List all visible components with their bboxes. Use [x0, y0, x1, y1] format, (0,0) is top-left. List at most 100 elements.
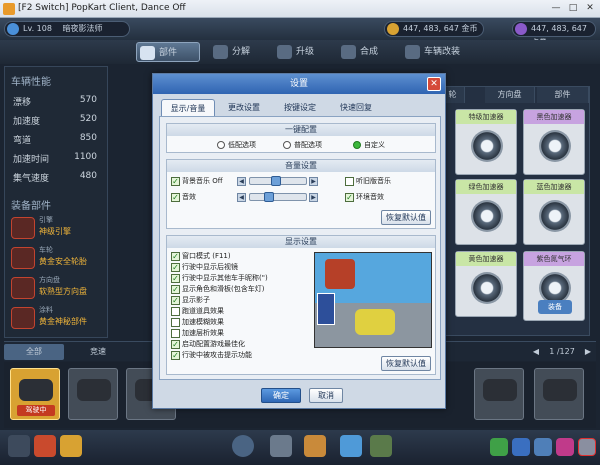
- sfx-increase-button[interactable]: ▶: [309, 193, 318, 202]
- slider-knob[interactable]: [270, 176, 281, 186]
- sfx-checkbox[interactable]: ✓ 音效: [171, 193, 196, 202]
- speedometer-icon[interactable]: [232, 435, 254, 457]
- kart-graphic: [355, 309, 395, 335]
- shop-icon[interactable]: [34, 435, 56, 457]
- tab-parts[interactable]: 部件: [136, 42, 200, 62]
- display-option-checkbox[interactable]: ✓ 显示角色和滑板(包含车灯): [171, 285, 264, 294]
- part-engine[interactable]: 引擎 神级引擎: [11, 215, 105, 241]
- old-bgm-checkbox[interactable]: 听旧版音乐: [345, 177, 391, 186]
- part-card[interactable]: 蓝色加速器: [523, 179, 585, 245]
- gift-icon[interactable]: [60, 435, 82, 457]
- card-title: 蓝色加速器: [524, 180, 584, 194]
- gear-icon[interactable]: [578, 438, 596, 456]
- tab-label: 分解: [232, 47, 251, 57]
- tab-label: 合成: [360, 47, 379, 57]
- stat-row: 漂移 570: [13, 95, 103, 111]
- friends-icon[interactable]: [490, 438, 508, 456]
- check-icon: ✓: [171, 177, 180, 186]
- preset-custom-radio[interactable]: 自定义: [353, 141, 385, 150]
- display-option-checkbox[interactable]: 跑道道具效果: [171, 307, 224, 316]
- bgm-decrease-button[interactable]: ◀: [237, 177, 246, 186]
- part-slot: 方向盘: [39, 276, 60, 284]
- menu-icon[interactable]: [8, 435, 30, 457]
- room-icon[interactable]: [370, 435, 392, 457]
- mail-icon[interactable]: [512, 438, 530, 456]
- bgm-checkbox[interactable]: ✓ 背景音乐 Off: [171, 177, 223, 186]
- display-option-checkbox[interactable]: ✓ 行驶中被攻击提示功能: [171, 351, 252, 360]
- upgrade-icon: [277, 45, 292, 59]
- bgm-increase-button[interactable]: ▶: [309, 177, 318, 186]
- wheel-icon: [539, 200, 571, 232]
- card-title: 黑色加速器: [524, 110, 584, 124]
- tab-racing[interactable]: 竞速: [68, 344, 128, 360]
- maximize-button[interactable]: □: [565, 2, 581, 15]
- tab-combine[interactable]: 合成: [338, 42, 398, 62]
- ok-button[interactable]: 确定: [261, 388, 301, 403]
- cancel-button[interactable]: 取消: [309, 388, 343, 403]
- inventory-slot[interactable]: [474, 368, 524, 420]
- window-title: [F2 Switch] PopKart Client, Dance Off: [18, 3, 186, 13]
- coupon-pill: 447, 483, 647 点券: [512, 21, 596, 47]
- display-option-checkbox[interactable]: 加速模糊效果: [171, 318, 224, 327]
- dialog-title: 设置: [153, 74, 445, 94]
- sfx-decrease-button[interactable]: ◀: [237, 193, 246, 202]
- inventory-slot[interactable]: [68, 368, 118, 420]
- page-next-button[interactable]: ▶: [582, 344, 594, 360]
- preset-low-radio[interactable]: 低配选项: [217, 141, 256, 150]
- wheel-icon: [471, 272, 503, 304]
- part-card[interactable]: 紫色氮气环 装备: [523, 251, 585, 321]
- bgm-slider[interactable]: [249, 176, 307, 186]
- display-option-checkbox[interactable]: ✓ 显示影子: [171, 296, 210, 305]
- minimize-button[interactable]: —: [548, 2, 564, 15]
- part-paint[interactable]: 涂料 黄金神秘部件: [11, 305, 105, 331]
- search-icon[interactable]: [556, 438, 574, 456]
- sound-reset-button[interactable]: 恢复默认值: [381, 210, 431, 225]
- display-reset-button[interactable]: 恢复默认值: [381, 356, 431, 371]
- stat-value: 480: [79, 171, 97, 181]
- close-window-button[interactable]: ✕: [582, 2, 598, 15]
- preset-normal-radio[interactable]: 普配选项: [283, 141, 322, 150]
- tab-key-settings[interactable]: 按键设定: [273, 99, 327, 116]
- tab-part[interactable]: 部件: [537, 87, 589, 103]
- equip-button[interactable]: 装备: [538, 300, 572, 314]
- page-prev-button[interactable]: ◀: [530, 344, 542, 360]
- slider-knob[interactable]: [263, 192, 274, 202]
- tab-upgrade[interactable]: 升级: [274, 42, 334, 62]
- part-card[interactable]: 绿色加速器: [455, 179, 517, 245]
- display-option-checkbox[interactable]: ✓ 行驶中显示后视镜: [171, 263, 238, 272]
- display-option-checkbox[interactable]: 加速层析效果: [171, 329, 224, 338]
- tab-change-settings[interactable]: 更改设置: [217, 99, 271, 116]
- display-option-checkbox[interactable]: ✓ 启动配置游戏最佳化: [171, 340, 245, 349]
- tab-all[interactable]: 全部: [4, 344, 64, 360]
- radio-selected-icon: [353, 141, 361, 149]
- display-option-checkbox[interactable]: ✓ 窗口模式 (F11): [171, 252, 231, 261]
- paint-icon: [11, 307, 35, 329]
- tab-modify[interactable]: 车辆改装: [402, 42, 482, 62]
- kart-icon: [483, 379, 517, 401]
- inventory-slot[interactable]: 驾驶中: [10, 368, 60, 420]
- preset-group: 一键配置 低配选项 普配选项 自定义: [166, 123, 436, 153]
- display-option-checkbox[interactable]: ✓ 行驶中显示其他车手昵称("): [171, 274, 268, 283]
- part-name: 神级引擎: [39, 227, 71, 236]
- inventory-slot[interactable]: [534, 368, 584, 420]
- store-icon[interactable]: [304, 435, 326, 457]
- part-card[interactable]: 黄色加速器: [455, 251, 517, 317]
- chat-icon[interactable]: [340, 435, 362, 457]
- tab-steering[interactable]: 方向盘: [485, 87, 535, 103]
- tab-quick-reply[interactable]: 快速回复: [329, 99, 383, 116]
- part-steering[interactable]: 方向盘 软熟型方向盘: [11, 275, 105, 301]
- ambient-checkbox[interactable]: ✓ 环境音效: [345, 193, 384, 202]
- part-wheel[interactable]: 车轮 黄金安全轮胎: [11, 245, 105, 271]
- garage-icon[interactable]: [270, 435, 292, 457]
- stat-row: 集气速度 480: [13, 171, 103, 187]
- sfx-slider[interactable]: [249, 192, 307, 202]
- tab-disassemble[interactable]: 分解: [210, 42, 270, 62]
- player-pill[interactable]: Lv. 108 暗夜影法师: [4, 21, 130, 37]
- tab-display-volume[interactable]: 显示/音量: [161, 99, 215, 116]
- checkbox-icon: [345, 177, 354, 186]
- dialog-close-button[interactable]: ✕: [427, 77, 441, 91]
- part-card[interactable]: 黑色加速器: [523, 109, 585, 175]
- bag-icon[interactable]: [534, 438, 552, 456]
- stat-value: 1100: [74, 152, 97, 162]
- part-card[interactable]: 特级加速器: [455, 109, 517, 175]
